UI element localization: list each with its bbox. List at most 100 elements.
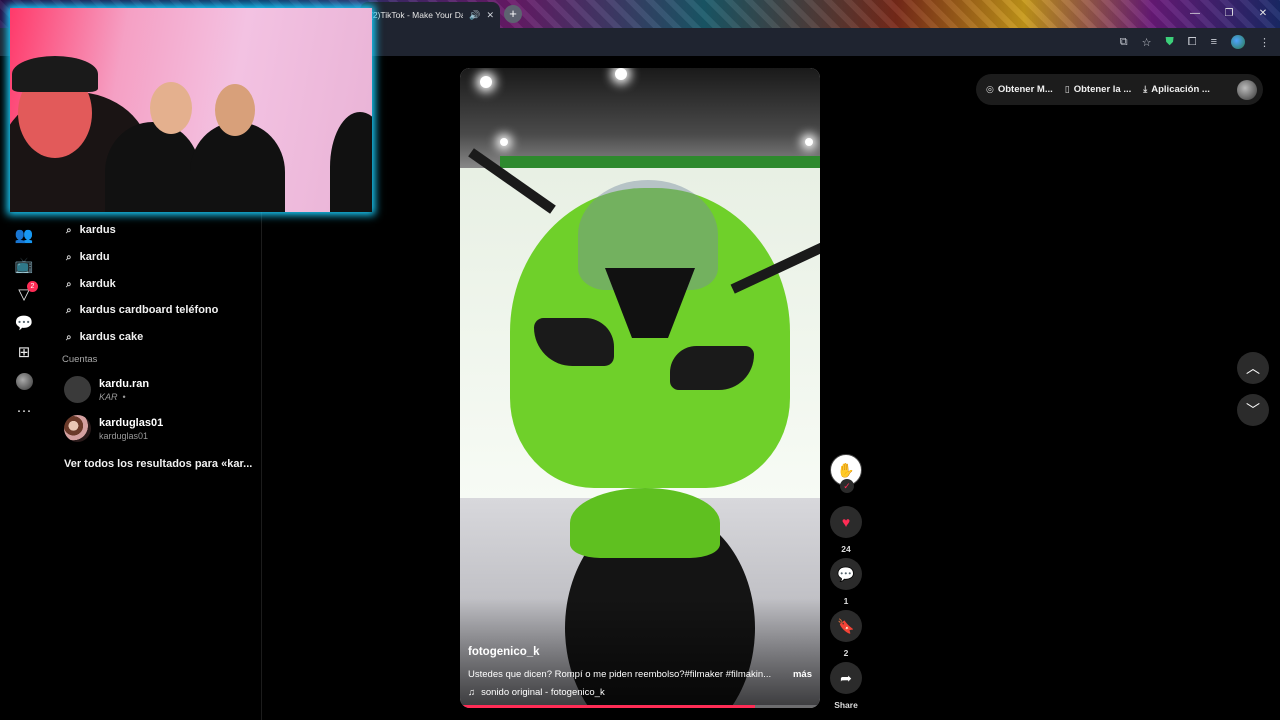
account-result[interactable]: karduglas01 karduglas01 xyxy=(64,415,163,442)
person-cap xyxy=(12,56,98,92)
extensions-icon[interactable]: ⧠ xyxy=(1188,36,1197,49)
button-label: Obtener la ... xyxy=(1073,84,1132,95)
suggestion-label: kardus xyxy=(79,224,116,236)
search-icon: ⌕ xyxy=(66,278,72,290)
upload-icon[interactable]: ⊞ xyxy=(14,343,34,363)
share-button[interactable]: ➦ Share xyxy=(830,662,862,710)
like-count: 24 xyxy=(841,544,851,554)
account-name: kardu.ran xyxy=(99,377,150,390)
browser-tab[interactable]: (2)TikTok - Make Your Day 🔊 ✕ xyxy=(360,2,500,28)
suggestion-label: kardu xyxy=(79,251,110,263)
person-head xyxy=(150,82,192,134)
window-controls: — ❐ ✕ xyxy=(1178,0,1280,28)
avatar[interactable] xyxy=(1237,79,1257,100)
account-nickname: KAR xyxy=(99,391,118,402)
video-scene-light xyxy=(805,138,813,146)
profile-avatar[interactable] xyxy=(14,373,34,393)
close-window-button[interactable]: ✕ xyxy=(1246,0,1280,28)
account-subtitle: karduglas01 xyxy=(99,430,149,441)
live-icon[interactable]: 📺 xyxy=(14,256,34,276)
save-button[interactable]: 🔖 2 xyxy=(830,610,862,658)
account-result[interactable]: kardu.ran KAR • xyxy=(64,376,149,403)
suggestion-label: kardus cardboard teléfono xyxy=(79,304,219,316)
share-label: Share xyxy=(834,700,858,710)
search-icon: ⌕ xyxy=(66,331,72,343)
description-text: Ustedes que dicen? Rompí o me piden reem… xyxy=(468,669,772,680)
like-button[interactable]: ♥ 24 xyxy=(830,506,862,554)
following-icon[interactable]: 👥 xyxy=(14,226,34,246)
person-head xyxy=(215,84,255,136)
comment-button[interactable]: 💬 1 xyxy=(830,558,862,606)
next-video-button[interactable]: ﹀ xyxy=(1237,394,1269,426)
video-description: Ustedes que dicen? Rompí o me piden reem… xyxy=(468,669,812,680)
account-subtitle: KAR • xyxy=(99,392,149,402)
minimize-button[interactable]: — xyxy=(1178,0,1212,28)
creator-avatar[interactable]: ✋ ✓ xyxy=(830,454,862,493)
search-suggestion[interactable]: ⌕ kardus cardboard teléfono xyxy=(66,304,218,316)
comment-count: 1 xyxy=(843,596,849,606)
speaker-icon[interactable]: 🔊 xyxy=(469,10,480,21)
button-label: Obtener M... xyxy=(997,84,1053,95)
video-music[interactable]: ♫ sonido original - fotogenico_k xyxy=(468,687,605,698)
coin-icon: ◎ xyxy=(986,84,994,94)
webcam-overlay xyxy=(10,8,372,212)
search-icon: ⌕ xyxy=(66,304,72,316)
get-app-button[interactable]: ▯ Obtener la ... xyxy=(1065,84,1132,95)
cast-icon[interactable]: ⧉ xyxy=(1120,36,1128,49)
media-icon[interactable]: ≡ xyxy=(1211,36,1217,48)
download-icon: ⤓ xyxy=(1143,84,1148,94)
top-actions-pill: ◎ Obtener M... ▯ Obtener la ... ⤓ Aplicació… xyxy=(976,74,1263,105)
video-author[interactable]: fotogenico_k xyxy=(468,646,540,658)
account-name: karduglas01 xyxy=(99,416,164,429)
motorcycle-fender xyxy=(570,488,720,558)
more-button[interactable]: más xyxy=(793,669,812,680)
search-icon: ⌕ xyxy=(66,224,72,236)
profile-icon[interactable] xyxy=(1231,35,1245,49)
messages-icon[interactable]: 💬 xyxy=(14,314,34,334)
follow-check-icon[interactable]: ✓ xyxy=(840,479,854,493)
get-coins-button[interactable]: ◎ Obtener M... xyxy=(986,84,1053,95)
video-scene-light xyxy=(480,76,492,88)
close-tab-icon[interactable]: ✕ xyxy=(486,10,494,21)
shield-icon[interactable]: ⛊ xyxy=(1166,36,1174,49)
comment-icon: 💬 xyxy=(830,558,862,590)
avatar xyxy=(15,373,33,390)
notification-badge: 2 xyxy=(27,281,38,292)
star-icon[interactable]: ☆ xyxy=(1142,36,1152,49)
new-tab-button[interactable]: + xyxy=(504,5,522,23)
bookmark-icon: 🔖 xyxy=(830,610,862,642)
desktop-app-button[interactable]: ⤓ Aplicación ... xyxy=(1143,84,1210,95)
activity-icon[interactable]: ▽ 2 xyxy=(14,281,38,305)
creator-logo-icon: ✋ xyxy=(837,462,855,478)
video-player[interactable]: fotogenico_k Ustedes que dicen? Rompí o … xyxy=(460,68,820,708)
avatar xyxy=(64,415,91,442)
person-figure xyxy=(105,122,200,212)
share-icon: ➦ xyxy=(830,662,862,694)
person-figure xyxy=(330,112,372,212)
search-suggestion[interactable]: ⌕ karduk xyxy=(66,278,116,290)
search-suggestion[interactable]: ⌕ kardus cake xyxy=(66,331,143,343)
account-dot: • xyxy=(122,391,126,402)
more-icon[interactable]: ··· xyxy=(14,401,34,421)
phone-icon: ▯ xyxy=(1064,84,1070,94)
music-title: sonido original - fotogenico_k xyxy=(481,687,605,698)
avatar xyxy=(64,376,91,403)
search-suggestion[interactable]: ⌕ kardus xyxy=(66,224,116,236)
restore-button[interactable]: ❐ xyxy=(1212,0,1246,28)
video-scene-light xyxy=(500,138,508,146)
music-note-icon: ♫ xyxy=(468,687,476,698)
progress-bar xyxy=(460,705,756,708)
accounts-heading: Cuentas xyxy=(62,354,98,365)
save-count: 2 xyxy=(843,648,849,658)
see-all-results-link[interactable]: Ver todos los resultados para «kar... xyxy=(64,458,254,470)
video-scene-band xyxy=(500,156,820,168)
previous-video-button[interactable]: ︿ xyxy=(1237,352,1269,384)
tab-title: (2)TikTok - Make Your Day xyxy=(370,10,464,20)
suggestion-label: kardus cake xyxy=(79,331,144,343)
search-icon: ⌕ xyxy=(66,251,72,263)
search-suggestion[interactable]: ⌕ kardu xyxy=(66,251,110,263)
menu-icon[interactable]: ⋮ xyxy=(1259,36,1270,49)
heart-icon: ♥ xyxy=(830,506,862,538)
suggestion-label: karduk xyxy=(79,278,116,290)
button-label: Aplicación ... xyxy=(1151,84,1210,95)
